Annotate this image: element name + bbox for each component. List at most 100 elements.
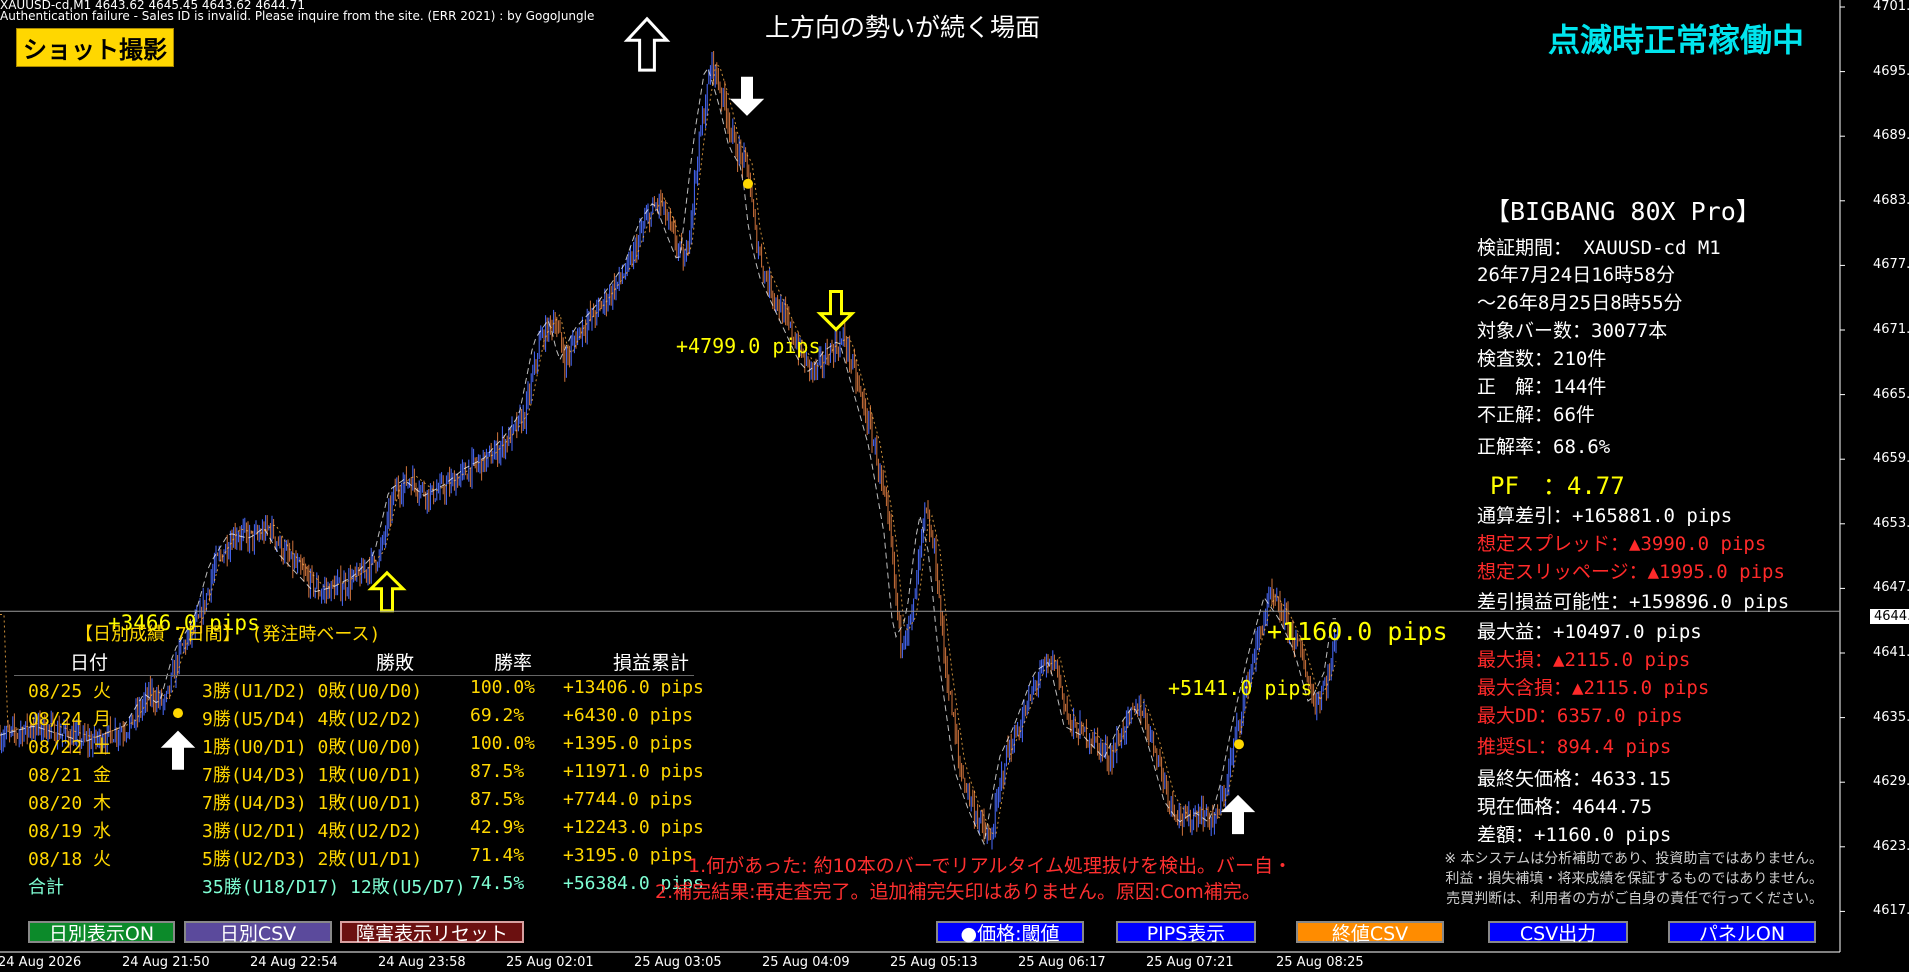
auth-error-message: Authentication failure - Sales ID is inv… (0, 9, 595, 23)
time-tick-label: 24 Aug 23:58 (378, 955, 466, 970)
daily-cell-result: 35勝(U18/D17) 12敗(U5/D7) (202, 877, 466, 898)
panel-line: 最大含損：▲2115.0 pips (1477, 677, 1710, 699)
daily-cell-date: 08/21 金 (28, 765, 112, 786)
daily-cell-total: +6430.0 pips (563, 705, 694, 726)
daily-cell-date: 08/20 木 (28, 793, 112, 814)
buy-arrow-icon (160, 730, 196, 770)
daily-cell-rate: 87.5% (470, 761, 525, 782)
panel-line: 検証期間： XAUUSD-cd M1 (1477, 237, 1721, 259)
price-tick-label: 4677.15 (1873, 257, 1909, 273)
daily-cell-rate: 71.4% (470, 845, 525, 866)
daily-cell-total: +11971.0 pips (563, 761, 704, 782)
panel-title: 【BIGBANG 80X Pro】 (1485, 197, 1761, 226)
buy-arrow-icon (367, 570, 407, 613)
time-tick-label: 25 Aug 02:01 (506, 955, 594, 970)
price-threshold-button[interactable]: ●価格:閾値 (936, 921, 1084, 945)
price-tick-label: 4647.20 (1873, 580, 1909, 596)
panel-line: 現在価格：4644.75 (1477, 796, 1653, 818)
price-tick-label: 4653.20 (1873, 515, 1909, 531)
panel-line: ～26年8月25日8時55分 (1477, 292, 1683, 314)
daily-cell-rate: 69.2% (470, 705, 525, 726)
daily-cell-date: 08/19 水 (28, 821, 112, 842)
price-tick-label: 4659.20 (1873, 451, 1909, 467)
daily-cell-total: +1395.0 pips (563, 733, 694, 754)
daily-csv-button[interactable]: 日別CSV (184, 921, 332, 945)
daily-cell-rate: 87.5% (470, 789, 525, 810)
trade-pips-label: +5141.0 pips (1168, 676, 1313, 700)
price-tick-label: 4635.25 (1873, 709, 1909, 725)
panel-pf: PF ：4.77 (1490, 472, 1625, 500)
daily-cell-date: 合計 (28, 877, 64, 898)
daily-cell-result: 1勝(U0/D1) 0敗(U0/D0) (202, 737, 423, 758)
price-tick-label: 4701.10 (1873, 0, 1909, 14)
daily-cell-result: 3勝(U1/D2) 0敗(U0/D0) (202, 681, 423, 702)
time-tick-label: 25 Aug 05:13 (890, 955, 978, 970)
panel-line: 正解率：68.6% (1477, 436, 1611, 458)
price-tick-label: 4695.15 (1873, 63, 1909, 79)
close-csv-button[interactable]: 終値CSV (1296, 921, 1444, 945)
daily-header-date: 日付 (70, 652, 109, 674)
daily-cell-result: 7勝(U4/D3) 1敗(U0/D1) (202, 793, 423, 814)
disclaimer-line: 売買判断は、利用者の方がご自身の責任で行ってください。 (1446, 891, 1823, 907)
panel-line: 最終矢価格：4633.15 (1477, 768, 1672, 790)
buy-arrow-icon (623, 16, 671, 72)
panel-line: 想定スプレッド：▲3990.0 pips (1477, 533, 1767, 555)
csv-output-button[interactable]: CSV出力 (1488, 921, 1628, 945)
daily-header-result: 勝敗 (376, 652, 415, 674)
time-tick-label: 24 Aug 2026 (0, 955, 82, 970)
time-tick-label: 24 Aug 21:50 (122, 955, 210, 970)
price-tick-label: 4617.25 (1873, 903, 1909, 919)
screenshot-button[interactable]: ショット撮影 (16, 28, 174, 67)
disclaimer-line: ※ 本システムは分析補助であり、投資助言ではありません。 (1444, 851, 1823, 867)
daily-cell-rate: 74.5% (470, 873, 525, 894)
pips-display-button[interactable]: PIPS表示 (1116, 921, 1256, 945)
entry-dot (1234, 739, 1244, 750)
daily-cell-date: 08/25 火 (28, 681, 112, 702)
price-tick-label: 4641.20 (1873, 645, 1909, 660)
daily-cell-rate: 42.9% (470, 817, 525, 838)
time-tick-label: 25 Aug 06:17 (1018, 955, 1106, 970)
trade-pips-label: +1160.0 pips (1267, 617, 1448, 646)
daily-cell-result: 3勝(U2/D1) 4敗(U2/D2) (202, 821, 423, 842)
time-tick-label: 24 Aug 22:54 (250, 955, 338, 970)
panel-on-button[interactable]: パネルON (1668, 921, 1816, 945)
entry-dot (743, 178, 753, 189)
fault-reset-button[interactable]: 障害表示リセット (340, 921, 524, 945)
daily-cell-date: 08/24 月 (28, 709, 112, 730)
entry-dot (173, 708, 183, 719)
headline: 上方向の勢いが続く場面 (765, 13, 1041, 42)
sell-arrow-icon (816, 290, 856, 332)
daily-cell-date: 08/18 火 (28, 849, 112, 870)
daily-header-total: 損益累計 (613, 652, 690, 674)
daily-cell-total: +7744.0 pips (563, 789, 694, 810)
time-tick-label: 25 Aug 04:09 (762, 955, 850, 970)
panel-line: 不正解：66件 (1477, 404, 1595, 426)
blink-status: 点滅時正常稼働中 (1548, 21, 1805, 59)
daily-cell-date: 08/22 土 (28, 737, 112, 758)
panel-line: 差引損益可能性：+159896.0 pips (1477, 591, 1790, 613)
panel-line: 通算差引：+165881.0 pips (1477, 505, 1733, 527)
time-tick-label: 25 Aug 08:25 (1276, 955, 1364, 970)
price-tick-label: 4689.15 (1873, 128, 1909, 144)
buy-arrow-icon (1220, 794, 1256, 835)
daily-cell-rate: 100.0% (470, 733, 536, 754)
trade-pips-label: +4799.0 pips (676, 334, 821, 358)
panel-line: 最大益：+10497.0 pips (1477, 621, 1702, 643)
panel-line: 検査数：210件 (1477, 348, 1607, 370)
daily-on-button[interactable]: 日別表示ON (28, 921, 175, 945)
sell-arrow-icon (729, 76, 765, 116)
panel-line: 最大DD：6357.0 pips (1477, 705, 1683, 727)
time-tick-label: 25 Aug 03:05 (634, 955, 722, 970)
panel-line: 想定スリッページ：▲1995.0 pips (1477, 561, 1785, 583)
daily-header-rate: 勝率 (494, 652, 533, 674)
daily-cell-total: +12243.0 pips (563, 817, 704, 838)
disclaimer-line: 利益・損失補填・将来成績を保証するものではありません。 (1445, 871, 1823, 887)
price-tick-label: 4683.15 (1873, 192, 1909, 208)
daily-cell-result: 7勝(U4/D3) 1敗(U0/D1) (202, 765, 423, 786)
chart-window: { "window": { "header_line1": "XAUUSD-cd… (0, 0, 1909, 972)
panel-line: 最大損：▲2115.0 pips (1477, 649, 1691, 671)
price-tick-label: 4671.15 (1873, 322, 1909, 337)
panel-line: 推奨SL：894.4 pips (1477, 736, 1672, 758)
time-tick-label: 25 Aug 07:21 (1146, 955, 1234, 970)
daily-header-divider (14, 675, 694, 676)
